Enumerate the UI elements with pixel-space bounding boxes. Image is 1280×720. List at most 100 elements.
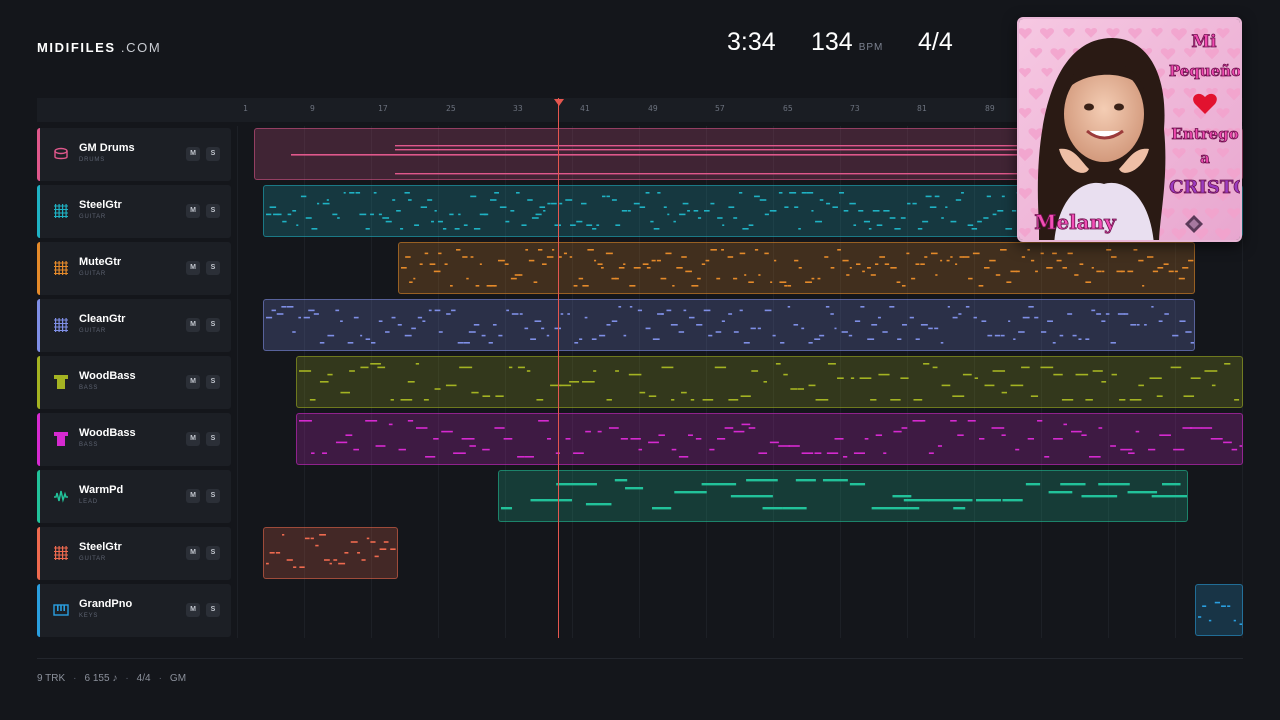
track-name: MuteGtr (79, 256, 122, 268)
footer-midi-standard: GM (169, 673, 187, 684)
ruler-bar-number: 41 (580, 104, 590, 113)
midi-clip[interactable] (1195, 584, 1243, 636)
solo-button[interactable]: S (206, 375, 220, 389)
midi-clip[interactable] (398, 242, 1195, 294)
track-name: CleanGtr (79, 313, 126, 325)
brand-name: MIDIFILES (37, 40, 116, 55)
track-header[interactable]: GM Drums DRUMS M S (37, 128, 231, 181)
solo-button[interactable]: S (206, 318, 220, 332)
ruler-bar-number: 89 (985, 104, 995, 113)
track-color-stripe (37, 299, 40, 352)
playhead-handle[interactable] (554, 99, 564, 106)
solo-button[interactable]: S (206, 546, 220, 560)
footer-track-count: 9 TRK (37, 673, 66, 684)
cover-artist-name: Melany (1034, 210, 1117, 234)
ruler-bar-number: 73 (850, 104, 860, 113)
mute-button[interactable]: M (186, 204, 200, 218)
bass-icon (53, 374, 69, 390)
track-header[interactable]: SteelGtr GUITAR M S (37, 185, 231, 238)
track-color-stripe (37, 527, 40, 580)
track-category: KEYS (79, 613, 99, 619)
track-category: DRUMS (79, 157, 105, 163)
clip-notes (401, 249, 1194, 287)
solo-button[interactable]: S (206, 204, 220, 218)
cover-title-line4: a (1200, 149, 1210, 167)
solo-button[interactable]: S (206, 432, 220, 446)
footer-divider (37, 658, 1243, 659)
time-signature: 4/4 (918, 28, 953, 56)
album-art: Mi Pequeño Entrego a CRISTO Melany (1019, 19, 1242, 240)
solo-button[interactable]: S (206, 261, 220, 275)
mute-button[interactable]: M (186, 375, 200, 389)
solo-button[interactable]: S (206, 147, 220, 161)
track-name: GM Drums (79, 142, 135, 154)
midi-clip[interactable] (296, 413, 1243, 465)
track-header[interactable]: WoodBass BASS M S (37, 413, 231, 466)
track-name: GrandPno (79, 598, 133, 610)
track-header[interactable]: MuteGtr GUITAR M S (37, 242, 231, 295)
wave-icon (53, 488, 69, 504)
clip-notes (299, 420, 1242, 458)
track-color-stripe (37, 185, 40, 238)
song-duration: 3:34 (727, 28, 776, 56)
guitar-icon (53, 317, 69, 333)
drum-icon (53, 146, 69, 162)
track-header[interactable]: WarmPd LEAD M S (37, 470, 231, 523)
footer-time-signature: 4/4 (136, 673, 151, 684)
track-name: SteelGtr (79, 541, 122, 553)
track-color-stripe (37, 356, 40, 409)
brand-domain: .COM (120, 40, 162, 55)
mute-button[interactable]: M (186, 546, 200, 560)
solo-button[interactable]: S (206, 489, 220, 503)
ruler-bar-number: 65 (783, 104, 793, 113)
track-category: GUITAR (79, 214, 107, 220)
brand-logo[interactable]: MIDIFILES .COM (37, 40, 161, 55)
cover-title-line5: CRISTO (1169, 177, 1242, 198)
tempo-unit: BPM (858, 42, 884, 53)
guitar-icon (53, 203, 69, 219)
ruler-bar-number: 57 (715, 104, 725, 113)
track-category: GUITAR (79, 556, 107, 562)
track-name: WarmPd (79, 484, 124, 496)
cover-title-line2: Pequeño (1169, 62, 1241, 80)
solo-button[interactable]: S (206, 603, 220, 617)
track-color-stripe (37, 128, 40, 181)
track-header[interactable]: SteelGtr GUITAR M S (37, 527, 231, 580)
cover-title-line3: Entrego (1171, 125, 1238, 143)
track-color-stripe (37, 413, 40, 466)
clip-notes (1198, 601, 1242, 625)
mute-button[interactable]: M (186, 318, 200, 332)
mute-button[interactable]: M (186, 261, 200, 275)
ruler-bar-number: 81 (917, 104, 927, 113)
playhead[interactable] (558, 98, 559, 638)
mute-button[interactable]: M (186, 147, 200, 161)
album-cover: Mi Pequeño Entrego a CRISTO Melany (1017, 17, 1242, 242)
guitar-icon (53, 260, 69, 276)
midi-clip[interactable] (498, 470, 1188, 522)
guitar-icon (53, 545, 69, 561)
keys-icon (53, 602, 69, 618)
clip-notes (501, 479, 1187, 510)
track-header[interactable]: CleanGtr GUITAR M S (37, 299, 231, 352)
midi-clip[interactable] (263, 527, 398, 579)
track-category: BASS (79, 385, 99, 391)
track-header[interactable]: GrandPno KEYS M S (37, 584, 231, 637)
footer-stats: 9 TRK · 6 155 ♪ · 4/4 · GM (37, 673, 187, 684)
midi-clip[interactable] (263, 299, 1195, 351)
track-header[interactable]: WoodBass BASS M S (37, 356, 231, 409)
clip-notes (266, 306, 1194, 344)
tempo-value: 134 (811, 28, 853, 56)
bass-icon (53, 431, 69, 447)
track-color-stripe (37, 584, 40, 637)
mute-button[interactable]: M (186, 489, 200, 503)
track-color-stripe (37, 242, 40, 295)
mute-button[interactable]: M (186, 603, 200, 617)
midi-clip[interactable] (296, 356, 1243, 408)
tempo-display: 134 BPM (811, 28, 883, 57)
grid-line (237, 126, 238, 638)
track-category: LEAD (79, 499, 98, 505)
track-name: WoodBass (79, 370, 136, 382)
ruler-bar-number: 25 (446, 104, 456, 113)
track-name: SteelGtr (79, 199, 122, 211)
mute-button[interactable]: M (186, 432, 200, 446)
